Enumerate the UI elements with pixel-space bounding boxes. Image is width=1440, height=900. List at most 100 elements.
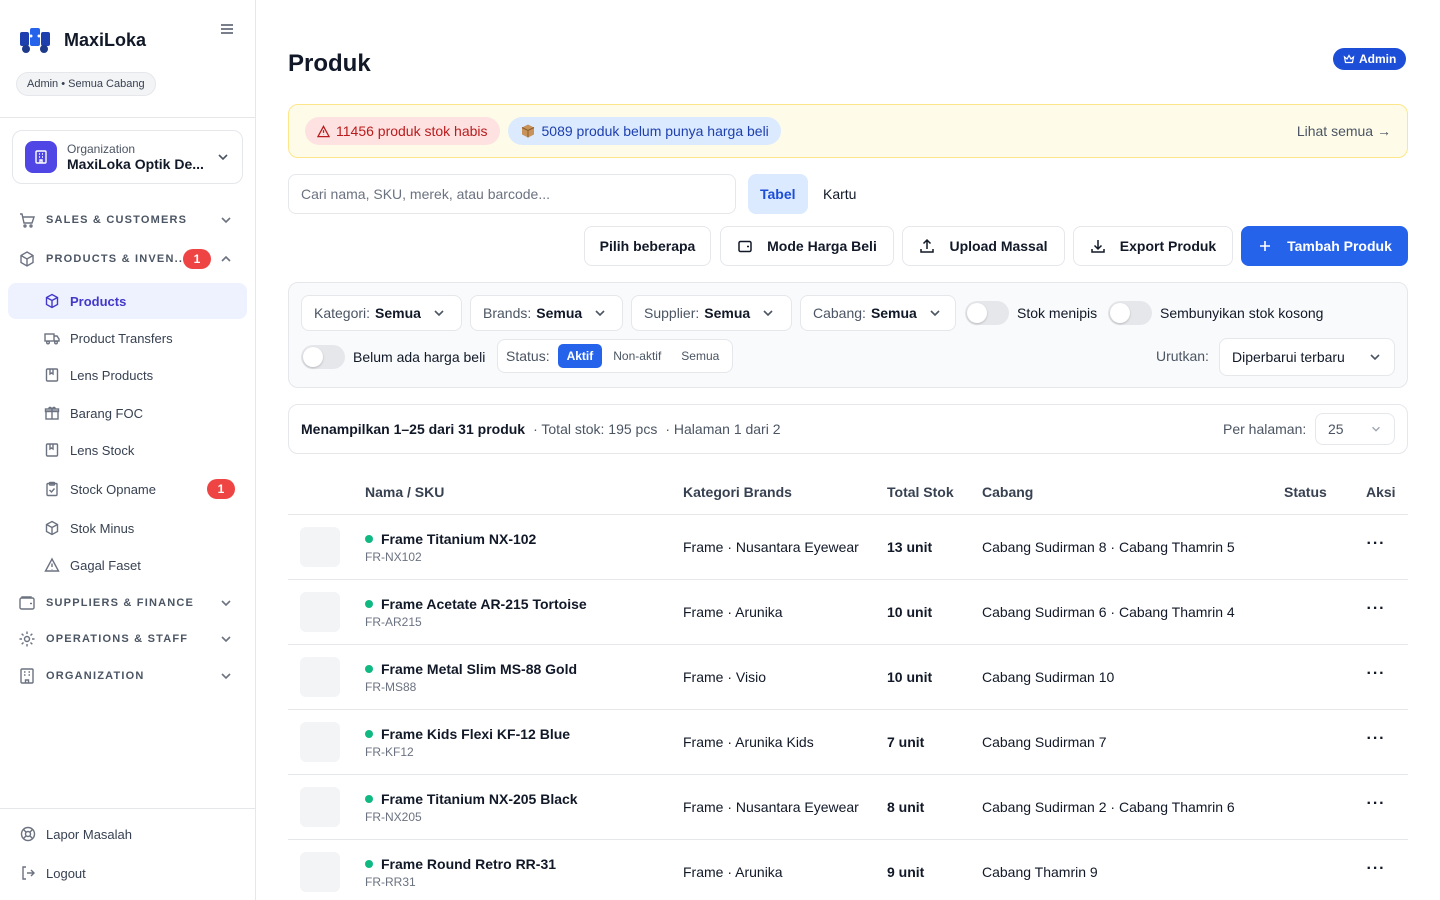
sidebar-item-lens-stock[interactable]: Lens Stock	[8, 432, 247, 468]
product-name[interactable]: Frame Titanium NX-102	[381, 531, 536, 547]
main-content: Produk Admin 11456 produk stok habis 508…	[256, 0, 1440, 900]
product-name[interactable]: Frame Kids Flexi KF-12 Blue	[381, 726, 570, 742]
section-label: ORGANIZATION	[46, 670, 145, 682]
filter-value: Semua	[536, 305, 583, 321]
more-actions-icon[interactable]: ···	[1364, 601, 1388, 622]
tab-card-view[interactable]: Kartu	[811, 174, 868, 214]
brand[interactable]: MaxiLoka	[18, 26, 146, 54]
logout-link[interactable]: Logout	[20, 865, 86, 881]
more-actions-icon[interactable]: ···	[1364, 861, 1388, 882]
product-name[interactable]: Frame Round Retro RR-31	[381, 856, 556, 872]
active-status-dot	[365, 795, 373, 803]
sidebar-item-products[interactable]: Products	[8, 283, 247, 319]
branch-filter[interactable]: Cabang: Semua	[800, 295, 956, 331]
filter-label: Supplier:	[644, 305, 700, 321]
product-name[interactable]: Frame Titanium NX-205 Black	[381, 791, 578, 807]
col-header-branch[interactable]: Cabang	[982, 484, 1033, 500]
tab-table-view[interactable]: Tabel	[748, 174, 808, 214]
menu-icon[interactable]	[218, 20, 236, 38]
product-name[interactable]: Frame Metal Slim MS-88 Gold	[381, 661, 577, 677]
gear-icon	[19, 631, 35, 647]
product-sku: FR-KF12	[365, 745, 414, 759]
product-branch: Cabang Sudirman 2 · Cabang Thamrin 6	[982, 799, 1235, 815]
section-label: SUPPLIERS & FINANCE	[46, 597, 195, 609]
active-status-dot	[365, 665, 373, 673]
section-label: SALES & CUSTOMERS	[46, 214, 188, 226]
filter-value: Semua	[704, 305, 751, 321]
more-actions-icon[interactable]: ···	[1364, 536, 1388, 557]
sidebar-item-stock-opname[interactable]: Stock Opname 1	[8, 471, 247, 507]
org-switcher[interactable]: Organization MaxiLoka Optik De...	[12, 130, 243, 184]
col-header-status[interactable]: Status	[1284, 484, 1327, 500]
section-label: OPERATIONS & STAFF	[46, 633, 189, 645]
truck-icon	[44, 333, 60, 345]
sort-label: Urutkan:	[1156, 348, 1209, 364]
col-header-name[interactable]: Nama / SKU	[365, 484, 444, 500]
bulk-upload-button[interactable]: Upload Massal	[902, 226, 1065, 266]
status-option-inactive[interactable]: Non-aktif	[604, 344, 670, 368]
results-summary: Menampilkan 1–25 dari 31 produk · Total …	[288, 404, 1408, 454]
sidebar-item-gagal-faset[interactable]: Gagal Faset	[8, 547, 247, 583]
sidebar-item-label: Stok Minus	[70, 520, 135, 536]
more-actions-icon[interactable]: ···	[1364, 731, 1388, 752]
add-product-button[interactable]: Tambah Produk	[1241, 226, 1408, 266]
see-all-link[interactable]: Lihat semua →	[1297, 123, 1391, 139]
table-row[interactable]: Frame Kids Flexi KF-12 Blue FR-KF12 Fram…	[288, 710, 1408, 775]
chevron-down-icon	[434, 310, 444, 317]
org-label: Organization	[67, 142, 136, 156]
table-row[interactable]: Frame Metal Slim MS-88 Gold FR-MS88 Fram…	[288, 645, 1408, 710]
table-row[interactable]: Frame Round Retro RR-31 FR-RR31 Frame · …	[288, 840, 1408, 900]
sidebar-item-stok-minus[interactable]: Stok Minus	[8, 510, 247, 546]
low-stock-toggle[interactable]	[965, 301, 1009, 325]
product-stock: 10 unit	[887, 669, 933, 685]
search-input[interactable]	[288, 174, 736, 214]
table-row[interactable]: Frame Titanium NX-205 Black FR-NX205 Fra…	[288, 775, 1408, 840]
col-header-stock[interactable]: Total Stok	[887, 484, 954, 500]
status-option-active[interactable]: Aktif	[557, 344, 603, 368]
product-branch: Cabang Sudirman 7	[982, 734, 1107, 750]
section-sales-customers[interactable]: SALES & CUSTOMERS	[0, 202, 255, 238]
org-name: MaxiLoka Optik De...	[67, 156, 204, 172]
sort-select[interactable]: Diperbarui terbaru	[1219, 338, 1395, 376]
more-actions-icon[interactable]: ···	[1364, 666, 1388, 687]
chevron-down-icon	[763, 310, 773, 317]
per-page-label: Per halaman:	[1223, 421, 1307, 437]
status-option-all[interactable]: Semua	[672, 344, 728, 368]
section-products-inventory[interactable]: PRODUCTS & INVEN... 1	[0, 241, 255, 277]
sidebar: MaxiLoka Admin • Semua Cabang Organizati…	[0, 0, 256, 900]
package-icon	[521, 124, 534, 138]
product-category: Frame · Nusantara Eyewear	[683, 539, 859, 555]
no-buy-price-toggle[interactable]	[301, 345, 345, 369]
more-actions-icon[interactable]: ···	[1364, 796, 1388, 817]
export-button[interactable]: Export Produk	[1073, 226, 1233, 266]
product-stock: 10 unit	[887, 604, 933, 620]
buy-price-mode-button[interactable]: Mode Harga Beli	[720, 226, 894, 266]
table-row[interactable]: Frame Acetate AR-215 Tortoise FR-AR215 F…	[288, 580, 1408, 645]
table-row[interactable]: Frame Titanium NX-102 FR-NX102 Frame · N…	[288, 515, 1408, 580]
sidebar-item-label: Gagal Faset	[70, 557, 141, 573]
sidebar-item-label: Lens Stock	[70, 442, 135, 458]
select-multiple-button[interactable]: Pilih beberapa	[584, 226, 711, 266]
cube-icon	[45, 293, 59, 309]
category-filter[interactable]: Kategori: Semua	[301, 295, 462, 331]
no-buy-price-chip[interactable]: 5089 produk belum punya harga beli	[507, 117, 781, 145]
per-page-select[interactable]: 25	[1315, 413, 1395, 445]
supplier-filter[interactable]: Supplier: Semua	[631, 295, 792, 331]
section-organization[interactable]: ORGANIZATION	[0, 658, 255, 694]
active-status-dot	[365, 730, 373, 738]
download-icon	[1091, 240, 1105, 253]
col-header-category[interactable]: Kategori Brands	[683, 484, 792, 500]
product-name[interactable]: Frame Acetate AR-215 Tortoise	[381, 596, 587, 612]
report-issue-link[interactable]: Lapor Masalah	[20, 826, 132, 842]
sidebar-item-product-transfers[interactable]: Product Transfers	[8, 320, 247, 356]
sidebar-item-barang-foc[interactable]: Barang FOC	[8, 395, 247, 431]
hide-empty-toggle[interactable]	[1108, 301, 1152, 325]
section-badge: 1	[183, 249, 211, 269]
section-operations-staff[interactable]: OPERATIONS & STAFF	[0, 621, 255, 657]
brands-filter[interactable]: Brands: Semua	[470, 295, 623, 331]
section-suppliers-finance[interactable]: SUPPLIERS & FINANCE	[0, 585, 255, 621]
out-of-stock-chip[interactable]: 11456 produk stok habis	[305, 117, 500, 145]
sidebar-item-lens-products[interactable]: Lens Products	[8, 357, 247, 393]
building-icon	[20, 668, 34, 684]
product-branch: Cabang Sudirman 8 · Cabang Thamrin 5	[982, 539, 1235, 555]
